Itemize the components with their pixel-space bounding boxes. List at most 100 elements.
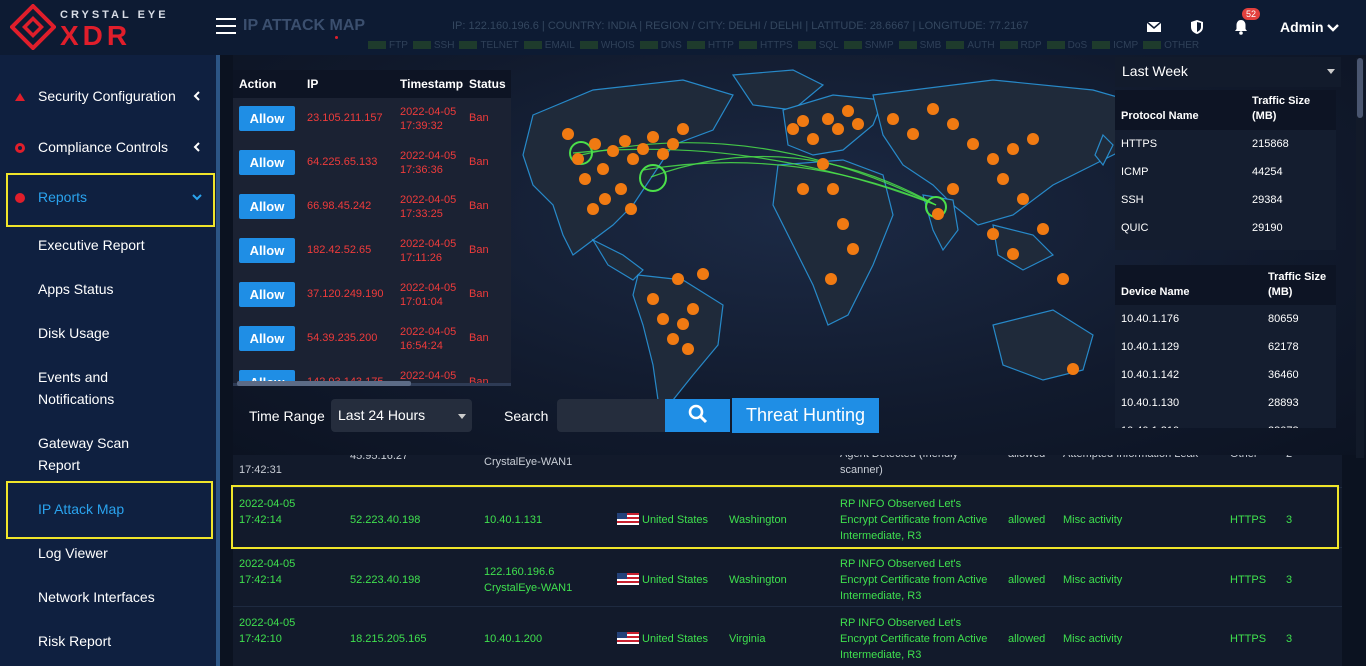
log-protocol: HTTPS <box>1230 633 1267 645</box>
hamburger-menu-icon[interactable] <box>216 18 236 36</box>
time-range-value: Last 24 Hours <box>338 407 426 423</box>
attack-status: Ban <box>469 288 489 300</box>
search-input[interactable] <box>557 399 665 432</box>
sidebar-item-label: Security Configuration <box>38 88 176 104</box>
attack-ip: 182.42.52.65 <box>307 244 372 256</box>
log-action: allowed <box>1008 574 1046 586</box>
ip-attack-map-highlight <box>6 481 213 539</box>
attack-timestamp: 2022-04-05 17:39:32 <box>400 105 456 133</box>
shield-icon[interactable] <box>1188 18 1206 36</box>
attack-timestamp: 2022-04-05 17:36:36 <box>400 149 456 177</box>
threat-hunting-button[interactable]: Threat Hunting <box>732 398 879 433</box>
page-title: IP ATTACK MAP <box>243 17 366 34</box>
sidebar-subitem-gateway-scan-report[interactable]: Gateway Scan Report <box>38 432 129 476</box>
sidebar-item-security-configuration[interactable]: Security Configuration <box>0 88 216 108</box>
log-city: Washington <box>729 574 787 586</box>
sidebar-scrollbar[interactable] <box>216 55 220 666</box>
col-traffic-unit: (MB) <box>1252 110 1277 122</box>
page-scrollbar[interactable] <box>1356 58 1364 458</box>
allow-button[interactable]: Allow <box>239 326 295 351</box>
log-row-highlight <box>231 485 1339 549</box>
map-pin-icon <box>947 118 959 130</box>
device-table-header: Device Name Traffic Size (MB) <box>1115 265 1336 305</box>
period-select-value: Last Week <box>1122 63 1188 79</box>
log-category: Attempted Information Leak <box>1063 455 1198 462</box>
sidebar-subitem-disk-usage[interactable]: Disk Usage <box>38 322 110 344</box>
legend-swatch <box>1143 41 1162 50</box>
allow-button[interactable]: Allow <box>239 194 295 219</box>
map-pin-icon <box>637 143 649 155</box>
period-select[interactable]: Last Week <box>1115 57 1341 87</box>
legend-swatch <box>579 41 598 50</box>
map-pin-icon <box>697 268 709 280</box>
log-timestamp: 2022-04-05 17:42:14 <box>239 556 295 588</box>
legend-label: OTHER <box>1164 40 1200 51</box>
attack-date: 2022-04-05 <box>400 106 457 118</box>
allow-button[interactable]: Allow <box>239 150 295 175</box>
traffic-row: HTTPS 215868 <box>1115 138 1336 158</box>
attack-date: 2022-04-05 <box>400 282 457 294</box>
legend-label: SQL <box>818 40 839 51</box>
traffic-size: 80659 <box>1268 313 1299 325</box>
map-pin-icon <box>847 243 859 255</box>
page-scroll-thumb[interactable] <box>1357 58 1363 118</box>
traffic-size: 29384 <box>1252 194 1283 206</box>
attack-ip: 66.98.45.242 <box>307 200 372 212</box>
title-dot <box>335 36 338 39</box>
attack-table-scroll-thumb[interactable] <box>237 381 411 386</box>
log-protocol: Other <box>1230 455 1258 462</box>
map-pin-icon <box>1007 143 1019 155</box>
map-pin-icon <box>677 318 689 330</box>
sidebar-subitem-log-viewer[interactable]: Log Viewer <box>38 542 108 564</box>
caret-down-icon <box>458 414 466 419</box>
mail-icon[interactable] <box>1145 18 1163 36</box>
log-row[interactable]: 2022-04-05 17:42:14 52.223.40.198 122.160.1… <box>233 550 1342 606</box>
traffic-name: 10.40.1.176 <box>1121 313 1180 325</box>
log-row[interactable]: 2022-04-05 17:42:10 18.215.205.165 10.40.1.… <box>233 609 1342 665</box>
map-pin-icon <box>607 145 619 157</box>
attack-timestamp: 2022-04-05 17:01:04 <box>400 281 456 309</box>
legend-label: ICMP <box>1113 40 1139 51</box>
map-pin-icon <box>1057 273 1069 285</box>
allow-button[interactable]: Allow <box>239 238 295 263</box>
map-pin-icon <box>825 273 837 285</box>
attack-status: Ban <box>469 112 489 124</box>
sidebar-subitem-label: Report <box>38 457 81 473</box>
crystal-eye-logo[interactable]: CRYSTAL EYE XDR <box>10 4 185 52</box>
chevron-left-icon <box>193 142 200 152</box>
sidebar-item-label: Compliance Controls <box>38 139 168 155</box>
legend-label: HTTPS <box>759 40 793 51</box>
admin-menu[interactable]: Admin <box>1280 19 1340 35</box>
col-traffic-unit: (MB) <box>1268 286 1293 298</box>
sidebar-item-compliance-controls[interactable]: Compliance Controls <box>0 139 216 159</box>
map-pin-icon <box>832 123 844 135</box>
col-ip: IP <box>307 77 319 91</box>
legend-swatch <box>898 41 917 50</box>
time-range-select[interactable]: Last 24 Hours <box>331 399 472 432</box>
allow-button[interactable]: Allow <box>239 106 295 131</box>
allow-button[interactable]: Allow <box>239 282 295 307</box>
sidebar-subitem-risk-report[interactable]: Risk Report <box>38 630 111 652</box>
legend-label: WHOIS <box>600 40 635 51</box>
map-pin-icon <box>807 133 819 145</box>
col-device-name: Device Name <box>1121 286 1190 298</box>
log-source-ip: 52.223.40.198 <box>350 574 421 586</box>
log-dest-ip: 122.160.196.6 <box>484 566 555 578</box>
attack-status: Ban <box>469 332 489 344</box>
traffic-size: 28078 <box>1268 425 1299 428</box>
traffic-name: HTTPS <box>1121 138 1158 150</box>
sidebar-subitem-apps-status[interactable]: Apps Status <box>38 278 114 300</box>
attack-status: Ban <box>469 200 489 212</box>
legend-swatch <box>946 41 965 50</box>
col-timestamp: Timestamp <box>400 77 464 91</box>
map-pin-icon <box>647 131 659 143</box>
map-pin-icon <box>842 105 854 117</box>
sidebar-subitem-network-interfaces[interactable]: Network Interfaces <box>38 586 155 608</box>
traffic-row: SSH 29384 <box>1115 194 1336 214</box>
bell-icon[interactable] <box>1232 18 1250 36</box>
search-button[interactable] <box>665 399 730 432</box>
map-pin-icon <box>797 183 809 195</box>
log-signature: Agent Detected (friendly-scanner) <box>840 455 962 478</box>
sidebar-subitem-executive-report[interactable]: Executive Report <box>38 234 145 256</box>
sidebar-subitem-events-notifications[interactable]: Events and Notifications <box>38 366 114 410</box>
